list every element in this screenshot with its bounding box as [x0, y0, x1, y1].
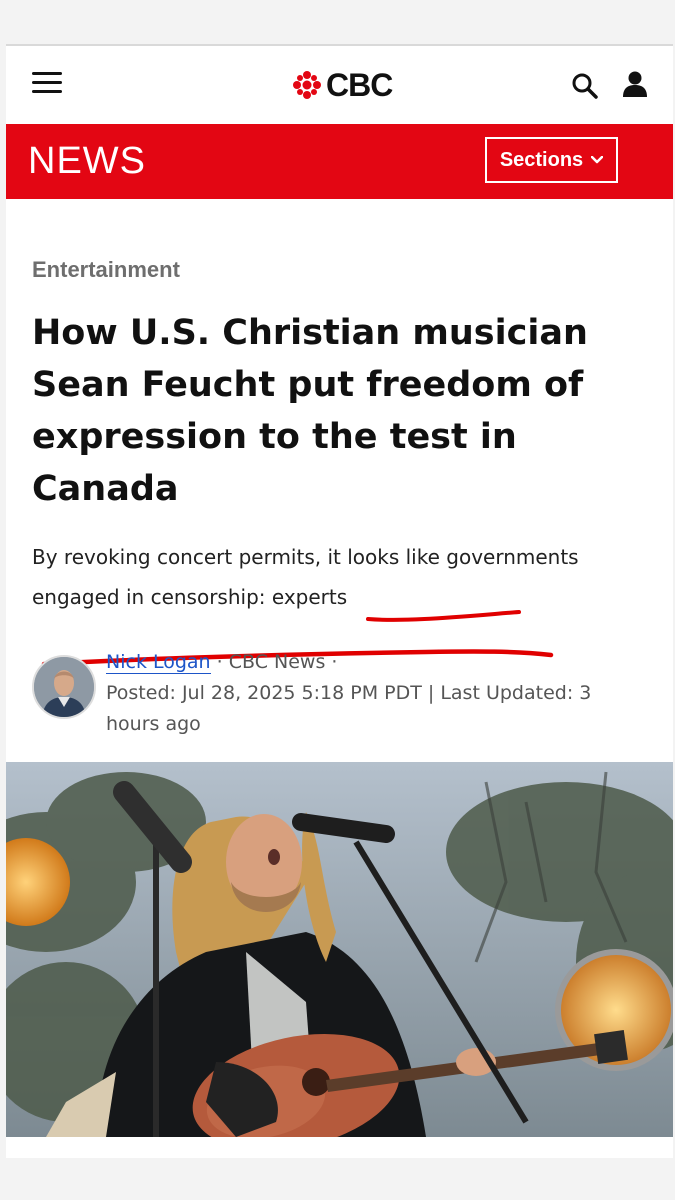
- posted-timestamp: Posted: Jul 28, 2025 5:18 PM PDT | Last …: [106, 682, 592, 735]
- author-avatar[interactable]: [32, 655, 96, 719]
- news-title[interactable]: NEWS: [28, 140, 146, 183]
- byline-separator-2: ·: [325, 651, 338, 673]
- chevron-down-icon: [591, 156, 604, 164]
- byline-source: CBC News: [228, 651, 326, 673]
- hamburger-menu-icon[interactable]: [32, 72, 62, 96]
- top-navigation-bar: CBC: [6, 46, 673, 124]
- search-icon[interactable]: [571, 72, 599, 100]
- cbc-logo[interactable]: CBC: [292, 66, 393, 103]
- user-icon[interactable]: [622, 70, 648, 98]
- logo-text: CBC: [326, 66, 393, 103]
- news-section-bar: NEWS Sections: [6, 124, 673, 199]
- browser-page: CBC NEWS Sections Entertainment How U.S.…: [6, 44, 673, 1158]
- cbc-gem-icon: [293, 71, 321, 99]
- article-byline: Nick Logan · CBC News · Posted: Jul 28, …: [32, 647, 652, 737]
- byline-separator: ·: [210, 651, 229, 673]
- author-link[interactable]: Nick Logan: [106, 651, 211, 674]
- sections-label: Sections: [499, 148, 584, 171]
- lead-photo[interactable]: [6, 762, 673, 1137]
- article-dek: By revoking concert permits, it looks li…: [32, 537, 632, 617]
- byline-meta: Nick Logan · CBC News · Posted: Jul 28, …: [106, 647, 636, 740]
- article-headline: How U.S. Christian musician Sean Feucht …: [32, 313, 588, 509]
- sections-button[interactable]: Sections: [485, 137, 618, 183]
- article-category[interactable]: Entertainment: [32, 257, 180, 283]
- dek-text-start: By revoking concert permits,: [32, 545, 328, 569]
